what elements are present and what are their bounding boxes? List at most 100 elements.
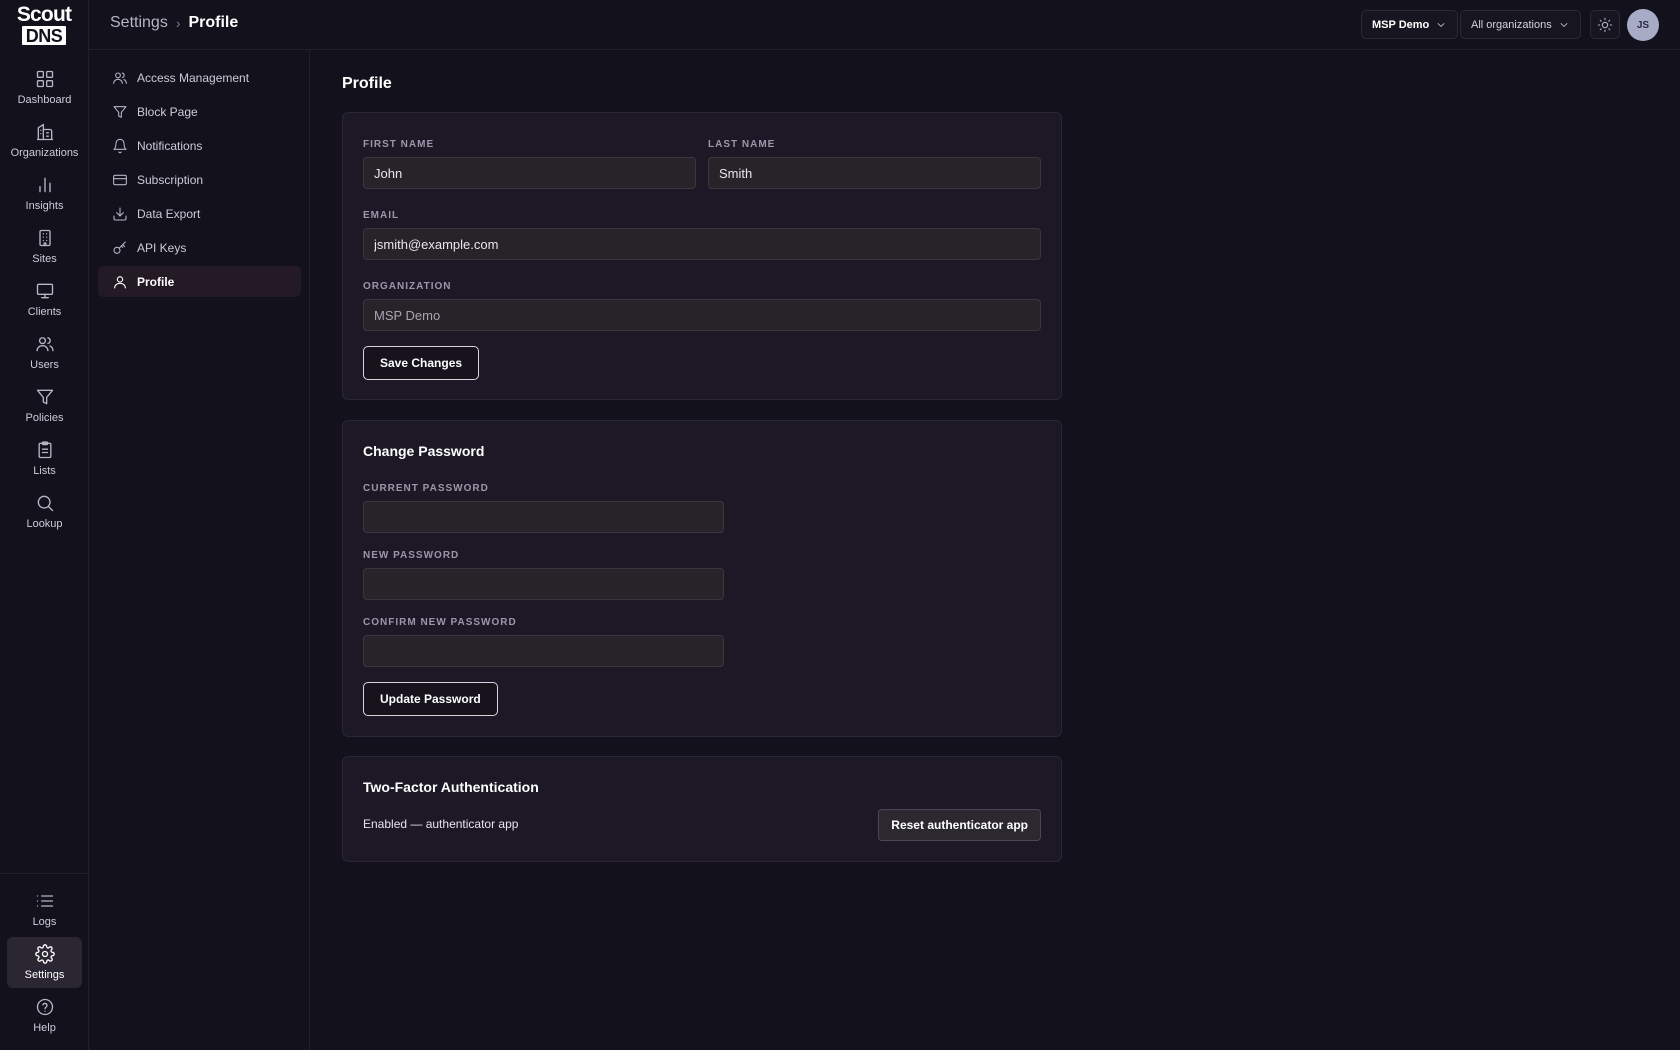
rail-item-users[interactable]: Users — [7, 327, 82, 378]
settings-nav-api-keys[interactable]: API Keys — [98, 232, 301, 263]
user-icon — [114, 275, 126, 289]
settings-nav-label: Block Page — [137, 104, 198, 119]
bar-chart-icon — [38, 177, 51, 193]
new-password-input[interactable] — [363, 568, 724, 600]
change-password-title: Change Password — [363, 443, 485, 459]
gear-icon — [34, 944, 55, 964]
breadcrumb-current: Profile — [188, 14, 239, 31]
rail-label: Clients — [27, 306, 62, 318]
rail-item-dashboard[interactable]: Dashboard — [7, 62, 82, 113]
confirm-password-label: CONFIRM NEW PASSWORD — [363, 617, 517, 628]
help-icon — [36, 998, 53, 1016]
two-factor-card: Two-Factor Authentication Enabled — auth… — [342, 756, 1062, 862]
rail-label: Help — [33, 1022, 56, 1034]
current-password-label: CURRENT PASSWORD — [363, 483, 489, 494]
rail-item-lookup[interactable]: Lookup — [7, 486, 82, 537]
update-password-button[interactable]: Update Password — [363, 682, 498, 716]
avatar[interactable]: JS — [1627, 9, 1659, 41]
key-icon — [113, 240, 126, 254]
page-title: Profile — [342, 75, 392, 92]
rail-item-organizations[interactable]: Organizations — [7, 115, 82, 166]
sun-icon — [1597, 17, 1613, 32]
list-icon — [36, 895, 53, 907]
settings-nav: Access Management Block Page Notificatio… — [89, 50, 310, 1050]
settings-nav-label: Subscription — [137, 172, 204, 187]
credit-card-icon — [113, 174, 127, 185]
organization-label: ORGANIZATION — [363, 281, 452, 292]
scope-selector[interactable]: All organizations — [1460, 10, 1581, 39]
rail-label: Lookup — [26, 518, 63, 530]
filter-icon — [113, 105, 127, 118]
rail-label: Insights — [25, 200, 64, 212]
org-selector-label: MSP Demo — [1372, 18, 1430, 31]
rail-item-policies[interactable]: Policies — [7, 380, 82, 431]
rail-label: Sites — [32, 253, 57, 265]
settings-nav-notifications[interactable]: Notifications — [98, 130, 301, 161]
office-icon — [38, 229, 51, 247]
clipboard-icon — [38, 441, 51, 459]
rail-label: Users — [30, 359, 59, 371]
rail-label: Logs — [32, 916, 57, 928]
rail-label: Lists — [33, 465, 56, 477]
settings-nav-subscription[interactable]: Subscription — [98, 164, 301, 195]
email-input[interactable] — [363, 228, 1041, 260]
search-icon — [37, 495, 53, 512]
scout-dns-logo[interactable]: Scout DNS — [15, 4, 73, 46]
chevron-down-icon — [1437, 22, 1445, 27]
top-bar: Settings › Profile MSP Demo All organiza… — [89, 0, 1680, 50]
rail-item-insights[interactable]: Insights — [7, 168, 82, 219]
rail-label: Policies — [25, 412, 64, 424]
breadcrumb: Settings › Profile — [110, 14, 238, 32]
settings-nav-label: Profile — [137, 274, 175, 289]
email-label: EMAIL — [363, 210, 400, 221]
last-name-label: LAST NAME — [708, 139, 776, 150]
save-changes-button[interactable]: Save Changes — [363, 346, 480, 380]
breadcrumb-separator: › — [175, 15, 181, 31]
organization-input — [363, 299, 1041, 331]
bell-icon — [113, 138, 127, 153]
rail-label: Settings — [24, 969, 65, 981]
settings-nav-label: Access Management — [137, 70, 250, 85]
rail-item-sites[interactable]: Sites — [7, 221, 82, 272]
rail-item-settings[interactable]: Settings — [7, 937, 82, 988]
settings-nav-profile[interactable]: Profile — [98, 266, 301, 297]
rail-label: Dashboard — [17, 94, 72, 106]
first-name-input[interactable] — [363, 157, 696, 189]
monitor-icon — [36, 283, 53, 299]
rail-divider — [0, 873, 88, 874]
settings-nav-block-page[interactable]: Block Page — [98, 96, 301, 127]
settings-nav-label: Notifications — [137, 138, 203, 153]
chevron-down-icon — [1560, 22, 1568, 27]
rail-item-logs[interactable]: Logs — [7, 884, 82, 935]
users-icon — [35, 337, 54, 352]
first-name-label: FIRST NAME — [363, 139, 435, 150]
grid-icon — [36, 70, 53, 88]
settings-nav-label: API Keys — [137, 240, 187, 255]
logo-line1: Scout — [16, 3, 72, 26]
current-password-input[interactable] — [363, 501, 724, 533]
breadcrumb-settings[interactable]: Settings — [110, 14, 168, 32]
last-name-input[interactable] — [708, 157, 1041, 189]
filter-icon — [36, 389, 53, 405]
rail-item-lists[interactable]: Lists — [7, 433, 82, 484]
two-factor-status: Enabled — authenticator app — [363, 817, 519, 831]
reset-authenticator-button[interactable]: Reset authenticator app — [878, 809, 1041, 841]
users-icon — [113, 71, 127, 84]
profile-card: FIRST NAME LAST NAME EMAIL ORGANIZATION … — [342, 112, 1062, 400]
settings-nav-access-management[interactable]: Access Management — [98, 62, 301, 93]
confirm-password-input[interactable] — [363, 635, 724, 667]
org-selector[interactable]: MSP Demo — [1361, 10, 1459, 39]
new-password-label: NEW PASSWORD — [363, 550, 460, 561]
settings-nav-label: Data Export — [137, 206, 201, 221]
rail-label: Organizations — [10, 147, 79, 159]
logo-line2: DNS — [21, 26, 67, 45]
scope-selector-label: All organizations — [1471, 18, 1552, 31]
two-factor-title: Two-Factor Authentication — [363, 779, 539, 795]
building-icon — [36, 123, 53, 141]
rail-item-clients[interactable]: Clients — [7, 274, 82, 325]
theme-toggle-button[interactable] — [1590, 10, 1620, 39]
change-password-card: Change Password CURRENT PASSWORD NEW PAS… — [342, 420, 1062, 737]
rail-item-help[interactable]: Help — [7, 990, 82, 1041]
main-rail: Scout DNS Dashboard Organizations Insigh… — [0, 0, 89, 1050]
settings-nav-data-export[interactable]: Data Export — [98, 198, 301, 229]
